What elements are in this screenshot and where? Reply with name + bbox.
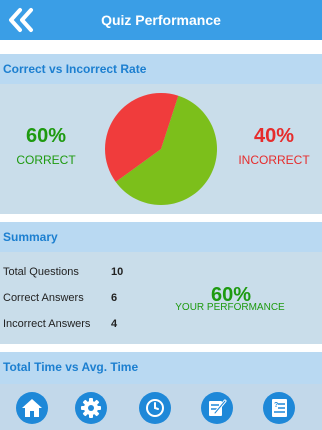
correct-percent: 60%: [25, 125, 67, 147]
section-title: Correct vs Incorrect Rate: [3, 62, 147, 76]
section-title: Summary: [3, 230, 58, 244]
settings-gear-icon: [81, 398, 101, 418]
summary-row-value: 6: [111, 292, 118, 304]
summary-row-value: 4: [111, 318, 118, 330]
correct-incorrect-pie-chart: [105, 93, 218, 206]
section-title: Total Time vs Avg. Time: [3, 360, 139, 374]
summary-row-label: Incorrect Answers: [3, 318, 91, 330]
summary-row-value: 10: [111, 266, 124, 278]
nav-timer-button[interactable]: [139, 392, 171, 424]
nav-edit-button[interactable]: [201, 392, 233, 424]
quiz-list-icon: ?: [272, 399, 287, 417]
home-icon: [22, 399, 42, 417]
summary-row-label: Correct Answers: [3, 292, 84, 304]
performance-label: YOUR PERFORMANCE: [175, 302, 285, 313]
nav-home-button[interactable]: [16, 392, 48, 424]
divider: [0, 40, 322, 54]
nav-settings-button[interactable]: [75, 392, 107, 424]
edit-note-icon: [209, 399, 227, 416]
summary-header: Summary: [0, 222, 322, 252]
nav-quiz-list-button[interactable]: ?: [263, 392, 295, 424]
incorrect-percent: 40%: [253, 125, 295, 147]
incorrect-label: INCORRECT: [238, 153, 310, 167]
divider: [0, 214, 322, 222]
time-header: Total Time vs Avg. Time: [0, 352, 322, 384]
clock-icon: [146, 399, 164, 417]
divider: [0, 344, 322, 352]
page-title: Quiz Performance: [101, 12, 221, 28]
top-bar: Quiz Performance: [0, 0, 322, 40]
correct-vs-incorrect-header: Correct vs Incorrect Rate: [0, 54, 322, 84]
summary-row-label: Total Questions: [3, 266, 79, 278]
svg-text:?: ?: [274, 402, 278, 409]
correct-label: CORRECT: [16, 153, 76, 167]
